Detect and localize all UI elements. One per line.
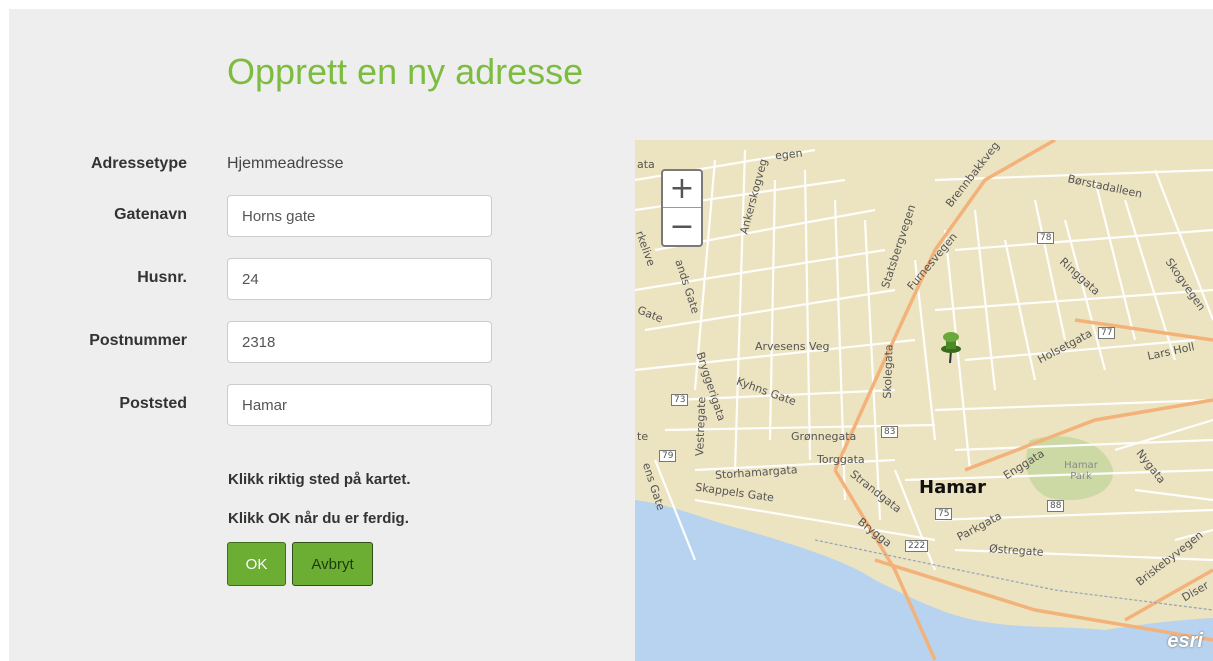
map-label-skogvegen: Skogvegen — [1162, 255, 1209, 314]
ok-button[interactable]: OK — [227, 542, 286, 586]
map-label-city: Hamar — [919, 477, 986, 498]
map-label-ringgata: Ringgata — [1056, 255, 1103, 298]
route-shield-78: 78 — [1037, 232, 1055, 244]
house-number-input[interactable] — [227, 258, 492, 300]
route-shield-79: 79 — [659, 450, 677, 462]
map-label-gronnegata: Grønnegata — [791, 430, 857, 443]
route-shield-73: 73 — [671, 394, 689, 406]
map-label-ens-gate: ens Gate — [639, 461, 668, 512]
route-shield-83: 83 — [881, 426, 899, 438]
map-label-park: Hamar Park — [1064, 460, 1098, 482]
street-label: Gatenavn — [114, 206, 187, 223]
map-label-parkgata: Parkgata — [954, 509, 1004, 544]
address-type-label: Adressetype — [90, 155, 187, 172]
map-label-vestregate: Vestregate — [693, 396, 709, 457]
map-label-skappels-gate: Skappels Gate — [694, 480, 775, 505]
postal-code-input[interactable] — [227, 321, 492, 363]
map-label-te: te — [637, 430, 649, 443]
map-label-kyhns-gate: Kyhns Gate — [734, 374, 798, 409]
map-label-brennbakkveg: Brennbakkveg — [943, 140, 1003, 210]
zoom-control: + − — [661, 169, 703, 247]
city-input[interactable] — [227, 384, 492, 426]
city-label: Poststed — [119, 395, 187, 412]
map-label-lars-holl: Lars Holl — [1146, 340, 1196, 363]
zoom-out-button[interactable]: − — [663, 208, 701, 245]
map-label-egen: egen — [774, 146, 804, 163]
address-type-value: Hjemmeadresse — [227, 155, 344, 172]
route-shield-88: 88 — [1047, 500, 1065, 512]
map-view[interactable]: Hamar Hamar Park Børstadalleen Brennbakk… — [635, 140, 1213, 661]
postal-code-label: Postnummer — [89, 332, 187, 349]
address-form-panel: Opprett en ny adresse Adressetype Hjemme… — [9, 9, 1213, 661]
ok-hint: Klikk OK når du er ferdig. — [228, 510, 409, 527]
map-label-furnesvegen: Furnesvegen — [904, 230, 960, 293]
map-label-hands-gate: ands Gate — [672, 257, 703, 316]
map-click-hint: Klikk riktig sted på kartet. — [228, 471, 411, 488]
route-shield-77: 77 — [1098, 327, 1116, 339]
street-input[interactable] — [227, 195, 492, 237]
map-label-arvesens-veg: Arvesens Veg — [755, 340, 830, 353]
map-label-nygata: Nygata — [1133, 446, 1169, 487]
map-label-holsetgata: Holsetgata — [1035, 326, 1095, 367]
route-shield-222: 222 — [905, 540, 929, 552]
map-label-diser: Diser — [1179, 578, 1211, 605]
map-label-borstadalleen: Børstadalleen — [1066, 172, 1144, 201]
pushpin-icon[interactable] — [939, 330, 963, 364]
map-label-strandgata: Strandgata — [847, 467, 904, 516]
esri-attribution-logo[interactable]: esri — [1167, 630, 1203, 653]
map-label-torggata: Torggata — [817, 453, 865, 466]
house-number-label: Husnr. — [137, 269, 187, 286]
map-label-ankerskogveg: Ankerskogveg — [737, 157, 771, 236]
route-shield-75: 75 — [935, 508, 953, 520]
zoom-in-button[interactable]: + — [663, 171, 701, 208]
map-label-storhamargata: Storhamargata — [714, 463, 798, 482]
map-label-gate: Gate — [635, 303, 665, 326]
cancel-button[interactable]: Avbryt — [292, 542, 373, 586]
page-title: Opprett en ny adresse — [227, 51, 584, 92]
map-label-ata: ata — [637, 158, 655, 171]
map-label-skolegata: Skolegata — [880, 344, 896, 399]
map-label-enggata: Enggata — [1001, 446, 1047, 483]
map-label-briskebyvegen: Briskebyvegen — [1133, 528, 1206, 589]
map-label-kelive: rkelive — [635, 229, 658, 268]
map-label-brygga: Brygga — [855, 515, 895, 550]
map-label-ostregate: Østregate — [988, 542, 1044, 559]
